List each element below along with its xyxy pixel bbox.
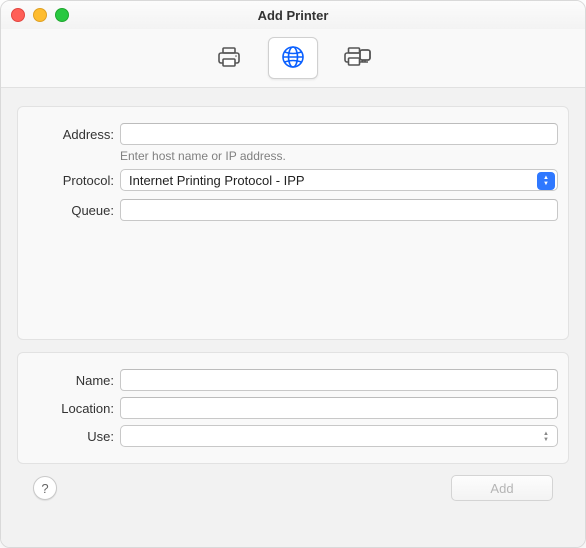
protocol-value: Internet Printing Protocol - IPP: [129, 173, 305, 188]
details-panel: Name: Location: Use: ▲▼: [17, 352, 569, 464]
help-button[interactable]: ?: [33, 476, 57, 500]
window-title: Add Printer: [258, 8, 329, 23]
use-label: Use:: [28, 429, 120, 444]
add-button[interactable]: Add: [451, 475, 553, 501]
dropdown-stepper-icon: ▲▼: [537, 172, 555, 190]
content-area: Address: Enter host name or IP address. …: [1, 88, 585, 547]
minimize-window-button[interactable]: [33, 8, 47, 22]
shared-printer-icon: [342, 45, 372, 72]
help-icon: ?: [41, 481, 48, 496]
connection-panel: Address: Enter host name or IP address. …: [17, 106, 569, 340]
use-select[interactable]: ▲▼: [120, 425, 558, 447]
address-input[interactable]: [120, 123, 558, 145]
titlebar: Add Printer: [1, 1, 585, 29]
name-label: Name:: [28, 373, 120, 388]
tab-windows[interactable]: [332, 37, 382, 79]
dropdown-stepper-icon: ▲▼: [537, 428, 555, 446]
globe-icon: [280, 44, 306, 73]
footer: ? Add: [17, 464, 569, 512]
location-label: Location:: [28, 401, 120, 416]
add-printer-window: Add Printer: [0, 0, 586, 548]
address-label: Address:: [28, 127, 120, 142]
protocol-select[interactable]: Internet Printing Protocol - IPP ▲▼: [120, 169, 558, 191]
name-input[interactable]: [120, 369, 558, 391]
close-window-button[interactable]: [11, 8, 25, 22]
zoom-window-button[interactable]: [55, 8, 69, 22]
tab-default[interactable]: [204, 37, 254, 79]
printer-icon: [216, 45, 242, 72]
location-input[interactable]: [120, 397, 558, 419]
queue-input[interactable]: [120, 199, 558, 221]
window-controls: [11, 8, 69, 22]
address-hint: Enter host name or IP address.: [120, 149, 558, 163]
queue-label: Queue:: [28, 203, 120, 218]
protocol-label: Protocol:: [28, 173, 120, 188]
toolbar: [1, 29, 585, 88]
tab-ip[interactable]: [268, 37, 318, 79]
